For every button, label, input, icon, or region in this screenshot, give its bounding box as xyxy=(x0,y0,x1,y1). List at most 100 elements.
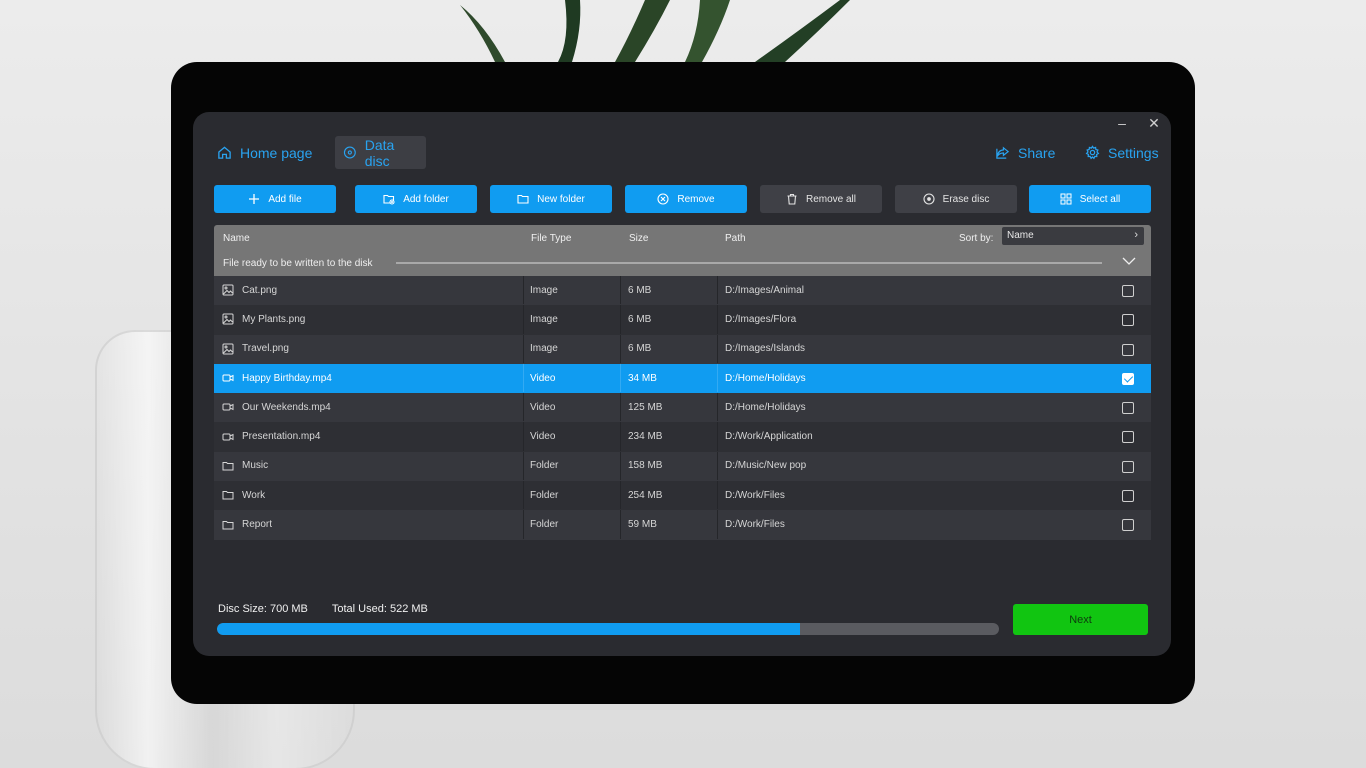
image-icon xyxy=(222,284,234,296)
table-row[interactable]: Our Weekends.mp4 Video 125 MB D:/Home/Holid… xyxy=(214,393,1151,423)
chevron-down-icon[interactable] xyxy=(1121,254,1137,268)
cell-size: 158 MB xyxy=(628,452,662,480)
table-row[interactable]: Cat.png Image 6 MB D:/Images/Animal xyxy=(214,276,1151,306)
file-name: Cat.png xyxy=(242,284,278,296)
row-checkbox[interactable] xyxy=(1122,460,1134,473)
column-divider xyxy=(523,422,524,451)
table-row[interactable]: Music Folder 158 MB D:/Music/New pop xyxy=(214,451,1151,482)
file-size: 234 MB xyxy=(628,431,663,443)
file-type: Image xyxy=(530,313,558,325)
image-icon xyxy=(222,313,234,325)
file-size: 6 MB xyxy=(628,343,652,355)
cell-name: Report xyxy=(222,510,272,538)
folder-icon xyxy=(222,491,234,500)
select-all-icon xyxy=(1060,193,1072,205)
cell-size: 59 MB xyxy=(628,510,657,538)
table-row[interactable]: Work Folder 254 MB D:/Work/Files xyxy=(214,481,1151,511)
file-size: 6 MB xyxy=(628,284,652,296)
add-file-label: Add file xyxy=(268,193,302,205)
plus-icon xyxy=(249,194,260,204)
add-folder-button[interactable]: Add folder xyxy=(355,185,477,213)
folder-icon xyxy=(222,520,234,530)
row-checkbox[interactable] xyxy=(1122,343,1134,356)
row-checkbox[interactable] xyxy=(1122,490,1134,503)
share-button[interactable]: Share xyxy=(987,136,1063,169)
remove-button[interactable]: Remove xyxy=(625,185,747,213)
row-checkbox[interactable] xyxy=(1122,402,1134,415)
cell-type: Video xyxy=(530,422,555,450)
ready-status-text: File ready to be written to the disk xyxy=(223,258,373,269)
column-divider xyxy=(717,276,718,305)
row-checkbox[interactable] xyxy=(1122,431,1134,444)
cell-path: D:/Images/Animal xyxy=(725,276,804,304)
column-divider xyxy=(523,363,524,393)
column-divider xyxy=(717,334,718,363)
column-divider xyxy=(523,276,524,305)
file-type: Folder xyxy=(530,489,559,501)
file-name: Happy Birthday.mp4 xyxy=(242,372,332,384)
cell-size: 125 MB xyxy=(628,393,662,421)
remove-all-label: Remove all xyxy=(805,193,857,205)
file-type: Video xyxy=(530,372,556,384)
cell-type: Folder xyxy=(530,510,558,538)
file-size: 125 MB xyxy=(628,401,663,413)
row-checkbox[interactable] xyxy=(1122,519,1134,532)
cell-name: Cat.png xyxy=(222,276,277,304)
column-divider xyxy=(523,510,524,539)
column-divider xyxy=(717,363,718,393)
tab-home-page[interactable]: Home page xyxy=(209,136,320,169)
minimize-button[interactable]: – xyxy=(1115,114,1129,132)
add-folder-label: Add folder xyxy=(403,193,449,205)
table-row[interactable]: Happy Birthday.mp4 Video 34 MB D:/Home/Holi… xyxy=(214,363,1151,394)
column-divider xyxy=(620,510,621,539)
cell-size: 6 MB xyxy=(628,305,651,333)
remove-label: Remove xyxy=(677,193,715,205)
row-checkbox[interactable] xyxy=(1122,372,1134,385)
window-controls: – ✕ xyxy=(1115,114,1161,132)
cell-path: D:/Home/Holidays xyxy=(725,364,806,392)
column-header-size[interactable]: Size xyxy=(629,233,648,244)
table-row[interactable]: Travel.png Image 6 MB D:/Images/Islands xyxy=(214,334,1151,364)
file-type: Video xyxy=(530,431,556,443)
cell-name: Travel.png xyxy=(222,335,289,363)
row-checkbox[interactable] xyxy=(1122,314,1134,327)
add-file-button[interactable]: Add file xyxy=(214,185,336,213)
new-folder-button[interactable]: New folder xyxy=(490,185,612,213)
column-header-name[interactable]: Name xyxy=(223,233,250,244)
file-size: 254 MB xyxy=(628,489,663,501)
next-button[interactable]: Next xyxy=(1013,604,1148,635)
file-size: 34 MB xyxy=(628,372,657,384)
file-size: 6 MB xyxy=(628,313,652,325)
sort-by-label: Sort by: xyxy=(959,233,994,244)
column-divider xyxy=(523,481,524,510)
select-all-button[interactable]: Select all xyxy=(1029,185,1151,213)
remove-all-button[interactable]: Remove all xyxy=(760,185,882,213)
cell-type: Image xyxy=(530,276,558,304)
cell-name: Music xyxy=(222,452,268,480)
column-header-type[interactable]: File Type xyxy=(531,233,571,244)
file-type: Image xyxy=(530,284,558,296)
gear-icon xyxy=(1085,145,1100,160)
column-divider xyxy=(620,393,621,422)
video-icon xyxy=(222,374,234,382)
settings-button[interactable]: Settings xyxy=(1077,136,1167,169)
table-row[interactable]: My Plants.png Image 6 MB D:/Images/Flora xyxy=(214,305,1151,335)
tab-data-disc[interactable]: Data disc xyxy=(335,136,426,169)
divider xyxy=(396,262,1102,264)
cell-name: Happy Birthday.mp4 xyxy=(222,364,332,392)
sort-by-dropdown[interactable]: Name › xyxy=(1002,227,1144,245)
remove-circle-icon xyxy=(657,193,669,205)
file-type: Folder xyxy=(530,519,559,531)
cell-type: Video xyxy=(530,393,555,421)
table-row[interactable]: Presentation.mp4 Video 234 MB D:/Work/Appli… xyxy=(214,422,1151,452)
progress-fill xyxy=(217,623,801,635)
row-checkbox[interactable] xyxy=(1122,285,1134,297)
cell-path: D:/Work/Files xyxy=(725,481,785,509)
cell-name: Presentation.mp4 xyxy=(222,422,320,450)
close-button[interactable]: ✕ xyxy=(1147,114,1161,132)
erase-disc-button[interactable]: Erase disc xyxy=(895,185,1017,213)
column-header-path[interactable]: Path xyxy=(725,233,746,244)
column-divider xyxy=(717,422,718,451)
column-divider xyxy=(717,305,718,334)
table-row[interactable]: Report Folder 59 MB D:/Work/Files xyxy=(214,510,1151,540)
